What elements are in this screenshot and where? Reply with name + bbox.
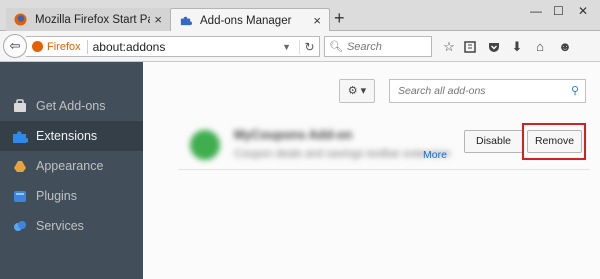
sidebar-item-get-addons[interactable]: Get Add-ons: [0, 91, 143, 121]
addons-list-pane: ⚙ ▾ ⚲ MyCoupons Add-on Coupon deals and …: [143, 62, 600, 279]
addon-icon: [190, 130, 220, 160]
url-bar[interactable]: Firefox about:addons ▼ ↻: [26, 36, 320, 57]
maximize-button[interactable]: ☐: [553, 4, 564, 18]
history-dropdown-icon[interactable]: ▼: [282, 42, 291, 52]
sidebar-item-extensions[interactable]: Extensions: [0, 121, 143, 151]
services-icon: [14, 221, 26, 231]
category-sidebar: Get Add-ons Extensions Appearance Plugin…: [0, 62, 143, 279]
tab-addons-manager[interactable]: Add-ons Manager ×: [170, 8, 330, 32]
plugin-icon: [14, 191, 26, 202]
new-tab-button[interactable]: +: [334, 9, 345, 27]
home-icon[interactable]: ⌂: [533, 40, 547, 54]
web-search-input[interactable]: [346, 40, 427, 53]
url-text[interactable]: about:addons: [93, 40, 282, 54]
sidebar-item-label: Extensions: [36, 129, 98, 143]
palette-icon: [14, 161, 26, 172]
sidebar-item-label: Get Add-ons: [36, 99, 106, 113]
sidebar-item-services[interactable]: Services: [0, 211, 143, 241]
sidebar-item-appearance[interactable]: Appearance: [0, 151, 143, 181]
pocket-icon[interactable]: [487, 40, 501, 54]
addon-list-item[interactable]: MyCoupons Add-on Coupon deals and saving…: [178, 120, 590, 170]
puzzle-piece-icon: [180, 16, 192, 26]
navigation-bar: Firefox about:addons ▼ ↻ ⇦ 🔍︎ ☆ ⬇ ⌂ ☻: [0, 31, 600, 62]
tab-label: Mozilla Firefox Start Page: [35, 13, 150, 26]
close-tab-icon[interactable]: ×: [313, 13, 321, 28]
remove-button[interactable]: Remove: [527, 130, 582, 153]
firefox-icon: [14, 13, 27, 26]
hello-chat-icon[interactable]: ☻: [558, 40, 572, 54]
more-link[interactable]: More: [423, 149, 447, 161]
addon-name: MyCoupons Add-on: [234, 128, 353, 142]
search-icon[interactable]: ⚲: [571, 84, 579, 97]
get-addons-icon: [14, 99, 26, 112]
sidebar-item-label: Plugins: [36, 189, 77, 203]
tab-label: Add-ons Manager: [200, 14, 292, 27]
close-window-button[interactable]: ✕: [578, 4, 588, 18]
bookmarks-menu-icon[interactable]: [463, 40, 477, 54]
puzzle-piece-icon: [13, 131, 28, 143]
firefox-identity-icon: [32, 41, 43, 52]
downloads-icon[interactable]: ⬇: [510, 40, 524, 54]
divider: [86, 39, 88, 54]
back-button[interactable]: ⇦: [3, 34, 27, 58]
web-search-box[interactable]: 🔍︎: [324, 36, 432, 57]
tools-menu-button[interactable]: ⚙ ▾: [339, 79, 375, 103]
bookmark-star-icon[interactable]: ☆: [442, 40, 456, 54]
disable-button[interactable]: Disable: [464, 130, 523, 153]
minimize-button[interactable]: —: [530, 4, 542, 18]
tab-firefox-start-page[interactable]: Mozilla Firefox Start Page ×: [6, 8, 170, 31]
sidebar-item-label: Services: [36, 219, 84, 233]
tab-strip: Mozilla Firefox Start Page × Add-ons Man…: [0, 0, 600, 32]
sidebar-item-label: Appearance: [36, 159, 104, 173]
search-addons-input[interactable]: [398, 85, 563, 97]
close-tab-icon[interactable]: ×: [154, 12, 162, 27]
reload-icon[interactable]: ↻: [299, 39, 319, 54]
sidebar-item-plugins[interactable]: Plugins: [0, 181, 143, 211]
addon-description: Coupon deals and savings toolbar extensi…: [234, 148, 451, 160]
search-icon: 🔍︎: [329, 41, 343, 53]
identity-label: Firefox: [47, 40, 81, 53]
search-addons-box[interactable]: ⚲: [389, 79, 586, 103]
